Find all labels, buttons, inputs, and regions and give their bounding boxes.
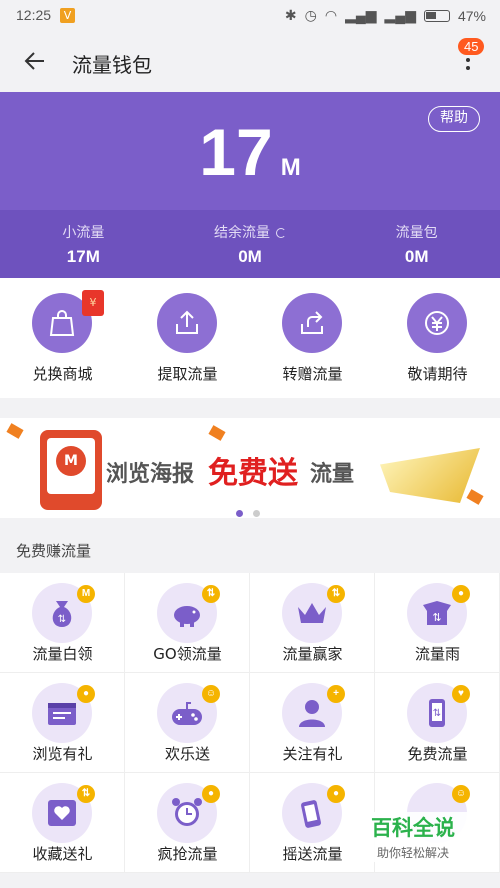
app-notification-icon: V [60, 8, 75, 23]
status-icons: ✱ ◷ ◠ ▂▄▆ ▂▄▆ 47% [285, 7, 486, 24]
confetti-decoration [6, 423, 24, 439]
earn-item-free-data[interactable]: ⇅ ♥ 免费流量 [375, 673, 500, 773]
back-arrow-icon[interactable] [22, 48, 48, 74]
action-exchange-mall[interactable]: ¥ 兑换商城 [0, 278, 125, 398]
signal-icon: ▂▄▆ [345, 7, 377, 23]
earn-item-winner[interactable]: ⇅ 流量赢家 [250, 573, 375, 673]
carousel-dot[interactable] [253, 510, 260, 517]
action-label: 兑换商城 [32, 365, 93, 383]
section-title: 免费赚流量 [16, 542, 92, 560]
quick-actions: ¥ 兑换商城 提取流量 转赠流量 敬请期待 [0, 278, 500, 398]
earn-item-label: 摇送流量 [282, 845, 343, 863]
earn-item-happy-send[interactable]: ☺ 欢乐送 [125, 673, 250, 773]
stat-small-data[interactable]: 小流量 17M [0, 210, 167, 278]
signal-icon-2: ▂▄▆ [384, 7, 416, 23]
action-gift-data[interactable]: 转赠流量 [250, 278, 375, 398]
banner-text: 流量 [310, 462, 355, 487]
earn-item-label: 流量白领 [32, 645, 93, 663]
earn-item-label: 浏览有礼 [32, 745, 93, 763]
earn-item-label: 欢乐送 [164, 745, 210, 763]
badge-icon: ☺ [452, 785, 470, 803]
balance-stats: 小流量 17M 结余流量 0M 流量包 0M [0, 210, 500, 278]
m-logo: M [56, 446, 86, 476]
badge-icon: + [327, 685, 345, 703]
badge-icon: ● [77, 685, 95, 703]
badge-icon: ⇅ [77, 785, 95, 803]
svg-text:⇅: ⇅ [432, 611, 441, 624]
stat-value: 0M [404, 247, 429, 266]
svg-text:⇅: ⇅ [58, 614, 66, 625]
action-label: 敬请期待 [407, 365, 468, 383]
alarm-icon: ◷ [304, 7, 317, 23]
balance-amount: 17 M [0, 114, 500, 190]
badge-icon: M [77, 585, 95, 603]
stat-remaining-data[interactable]: 结余流量 0M [167, 210, 334, 278]
badge-icon: ☺ [202, 685, 220, 703]
badge-icon: ⇅ [202, 585, 220, 603]
earn-item-favorite-gift[interactable]: ⇅ 收藏送礼 [0, 773, 125, 873]
promo-banner[interactable]: M 浏览海报 免费送 流量 [0, 418, 500, 518]
upload-icon [157, 293, 217, 353]
svg-text:⇅: ⇅ [433, 708, 441, 719]
stat-label: 小流量 [62, 225, 105, 241]
action-coming-soon[interactable]: 敬请期待 [375, 278, 500, 398]
earn-item-white-collar[interactable]: ⇅ M 流量白领 [0, 573, 125, 673]
earn-item-label: 关注有礼 [282, 745, 343, 763]
earn-item-flash-grab[interactable]: ● 疯抢流量 [125, 773, 250, 873]
bluetooth-icon: ✱ [284, 7, 297, 23]
action-label: 转赠流量 [282, 365, 343, 383]
badge-icon: ● [327, 785, 345, 803]
wifi-icon: ◠ [324, 7, 338, 23]
earn-item-label: 疯抢流量 [157, 845, 218, 863]
stat-value: 17M [66, 247, 100, 266]
banner-highlight: 免费送 [208, 456, 298, 491]
earn-item-label: 免费流量 [407, 745, 468, 763]
confetti-decoration [208, 425, 226, 441]
watermark-subtitle: 助你轻松解决 [376, 846, 449, 860]
balance-panel: 帮助 17 M 小流量 17M 结余流量 0M 流量包 0M [0, 92, 500, 278]
stat-value: 0M [238, 247, 262, 266]
earn-item-data-rain[interactable]: ⇅ ● 流量雨 [375, 573, 500, 673]
status-bar: 12:25 V ✱ ◷ ◠ ▂▄▆ ▂▄▆ 47% [0, 0, 500, 32]
earn-item-label: 流量雨 [414, 645, 460, 663]
page-title: 流量钱包 [72, 53, 152, 77]
stat-label: 流量包 [395, 225, 438, 241]
carousel-dots [236, 502, 270, 518]
watermark-title: 百科全说 [371, 816, 455, 840]
badge-icon: ⇅ [327, 585, 345, 603]
earn-item-label: GO领流量 [153, 645, 222, 663]
confetti-decoration [466, 489, 484, 505]
badge-icon: ♥ [452, 685, 470, 703]
loading-icon [276, 228, 286, 238]
battery-percent: 47% [457, 7, 486, 24]
earn-item-label: 流量赢家 [282, 645, 343, 663]
status-time: 12:25 [16, 7, 52, 23]
earn-item-label: 收藏送礼 [32, 845, 93, 863]
earn-item-shake-send[interactable]: ● 摇送流量 [250, 773, 375, 873]
earn-item-go-collect[interactable]: ⇅ GO领流量 [125, 573, 250, 673]
action-label: 提取流量 [157, 365, 218, 383]
stat-data-package[interactable]: 流量包 0M [333, 210, 500, 278]
action-withdraw-data[interactable]: 提取流量 [125, 278, 250, 398]
red-packet-icon: ¥ [82, 290, 104, 316]
balance-unit: M [280, 154, 301, 181]
watermark: 百科全说 助你轻松解决 [358, 812, 468, 862]
share-icon [282, 293, 342, 353]
carousel-dot-active[interactable] [236, 510, 243, 517]
gold-play-icon [380, 448, 480, 503]
balance-value: 17 [199, 115, 273, 189]
app-header: 流量钱包 45 [0, 32, 500, 92]
earn-item-follow-gift[interactable]: + 关注有礼 [250, 673, 375, 773]
banner-text: 浏览海报 [106, 462, 195, 487]
phone-logo-icon: M [40, 430, 102, 510]
yuan-coin-icon [407, 293, 467, 353]
badge-icon: ● [452, 585, 470, 603]
stat-label: 结余流量 [167, 222, 334, 242]
badge-icon: ● [202, 785, 220, 803]
notification-count-badge: 45 [458, 38, 485, 55]
battery-icon [423, 9, 450, 22]
earn-item-browse-gift[interactable]: ● 浏览有礼 [0, 673, 125, 773]
